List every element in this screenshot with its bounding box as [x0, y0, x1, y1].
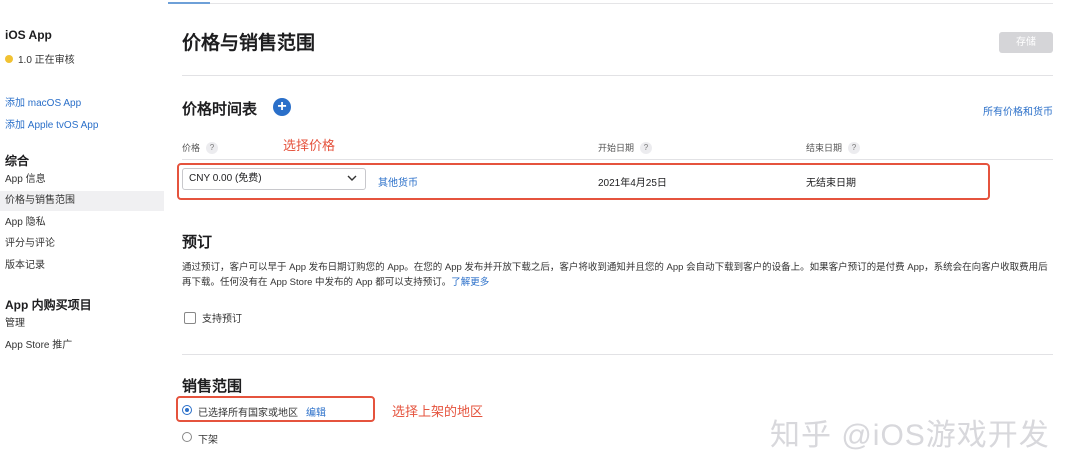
status-dot-icon — [5, 54, 13, 63]
annotation-select-regions: 选择上架的地区 — [392, 404, 484, 419]
learn-more-link[interactable]: 了解更多 — [451, 277, 489, 288]
save-button[interactable]: 存储 — [999, 32, 1053, 53]
column-header-end-date: 结束日期 ? — [806, 141, 861, 154]
help-icon[interactable]: ? — [640, 141, 653, 154]
divider — [182, 75, 1053, 76]
annotation-box-price-row — [177, 163, 990, 200]
sidebar-item-version-history[interactable]: 版本记录 — [0, 256, 164, 276]
page-title: 价格与销售范围 — [182, 33, 316, 54]
help-icon[interactable]: ? — [848, 141, 861, 154]
availability-title: 销售范围 — [182, 378, 243, 395]
sidebar: iOS App 1.0 正在审核 添加 macOS App 添加 Apple t… — [0, 0, 164, 472]
table-divider — [182, 159, 1053, 160]
active-tab-indicator — [168, 2, 210, 4]
preorder-checkbox-label: 支持预订 — [202, 314, 242, 325]
top-divider — [180, 3, 1053, 4]
help-icon[interactable]: ? — [206, 141, 219, 154]
preorder-description-text: 通过预订，客户可以早于 App 发布日期订购您的 App。在您的 App 发布并… — [182, 262, 1048, 288]
divider — [182, 354, 1053, 355]
column-header-price-label: 价格 — [182, 143, 201, 153]
radio-remove-from-sale-label: 下架 — [198, 435, 218, 446]
column-header-start-date-label: 开始日期 — [598, 143, 635, 153]
app-store-connect-page: iOS App 1.0 正在审核 添加 macOS App 添加 Apple t… — [0, 0, 1079, 472]
preorder-checkbox[interactable] — [184, 312, 196, 324]
annotation-select-price: 选择价格 — [283, 138, 336, 153]
watermark: 知乎 @iOS游戏开发 — [770, 419, 1050, 452]
sidebar-heading-general: 综合 — [5, 154, 30, 168]
sidebar-item-privacy[interactable]: App 隐私 — [0, 213, 164, 233]
sidebar-heading-iap: App 内购买项目 — [5, 298, 92, 312]
sidebar-item-app-info[interactable]: App 信息 — [0, 170, 164, 190]
add-tvos-app-link[interactable]: 添加 Apple tvOS App — [5, 116, 98, 131]
app-status: 1.0 正在审核 — [5, 51, 75, 66]
app-name: iOS App — [5, 28, 52, 42]
add-price-icon[interactable]: + — [273, 98, 291, 116]
preorder-description: 通过预订，客户可以早于 App 发布日期订购您的 App。在您的 App 发布并… — [182, 260, 1052, 290]
add-macos-app-link[interactable]: 添加 macOS App — [5, 94, 81, 109]
app-status-text: 1.0 正在审核 — [18, 55, 75, 66]
sidebar-item-promotion[interactable]: App Store 推广 — [0, 336, 164, 356]
column-header-price: 价格 ? — [182, 141, 219, 154]
preorder-title: 预订 — [182, 234, 213, 251]
sidebar-item-pricing[interactable]: 价格与销售范围 — [0, 191, 164, 211]
column-header-end-date-label: 结束日期 — [806, 143, 843, 153]
sidebar-item-ratings[interactable]: 评分与评论 — [0, 234, 164, 254]
column-header-start-date: 开始日期 ? — [598, 141, 653, 154]
price-schedule-title: 价格时间表 — [182, 101, 258, 118]
all-prices-link[interactable]: 所有价格和货币 — [983, 103, 1053, 118]
sidebar-item-manage[interactable]: 管理 — [0, 314, 164, 334]
radio-remove-from-sale[interactable] — [182, 432, 192, 442]
annotation-box-regions — [176, 396, 375, 422]
